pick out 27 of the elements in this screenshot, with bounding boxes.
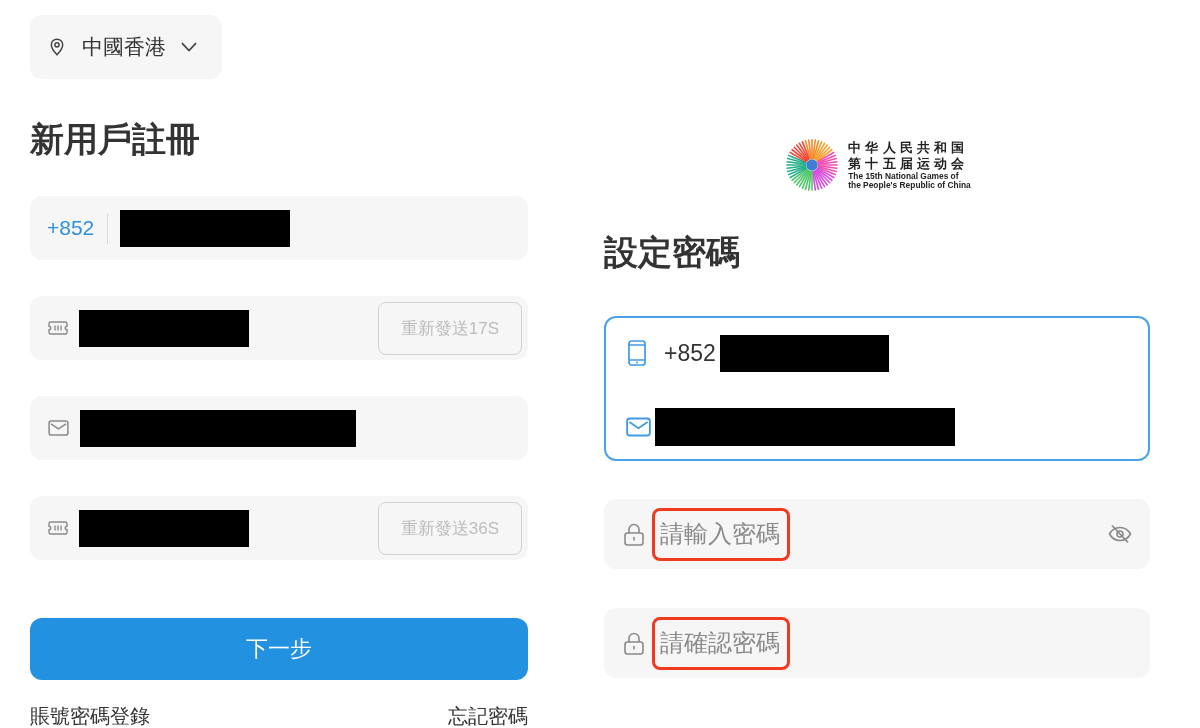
lock-icon <box>624 522 644 546</box>
ticket-icon <box>48 321 68 335</box>
tablet-icon <box>628 340 646 366</box>
page-title: 設定密碼 <box>604 232 741 272</box>
phone-field[interactable]: +852 <box>30 196 528 260</box>
chevron-down-icon <box>181 42 197 52</box>
logo-title-line: 中华人民共和国 <box>848 140 970 156</box>
password-login-link[interactable]: 賬號密碼登錄 <box>30 704 150 728</box>
next-button[interactable]: 下一步 <box>30 618 528 680</box>
mail-icon <box>48 420 69 436</box>
logo-subtitle-line: the People's Republic of China <box>848 181 971 190</box>
country-code: +852 <box>47 216 95 240</box>
region-selector[interactable]: 中國香港 <box>30 15 222 79</box>
password-field[interactable]: 請確認密碼 <box>604 608 1150 678</box>
email-field[interactable] <box>30 396 528 460</box>
country-code: +852 <box>664 339 716 367</box>
page-title: 新用戶註冊 <box>30 119 201 159</box>
forgot-password-link[interactable]: 忘記密碼 <box>448 704 528 728</box>
logo-subtitle-line: The 15th National Games of <box>848 172 960 181</box>
rosette-logo-icon <box>785 138 840 192</box>
eye-off-icon[interactable] <box>1108 524 1132 544</box>
lock-icon <box>624 631 644 655</box>
password-field[interactable]: 請輸入密碼 <box>604 499 1150 569</box>
mail-icon <box>626 417 651 437</box>
location-pin-icon <box>50 38 64 56</box>
logo-title-line: 第十五届运动会 <box>848 156 970 172</box>
ticket-icon <box>48 521 68 535</box>
